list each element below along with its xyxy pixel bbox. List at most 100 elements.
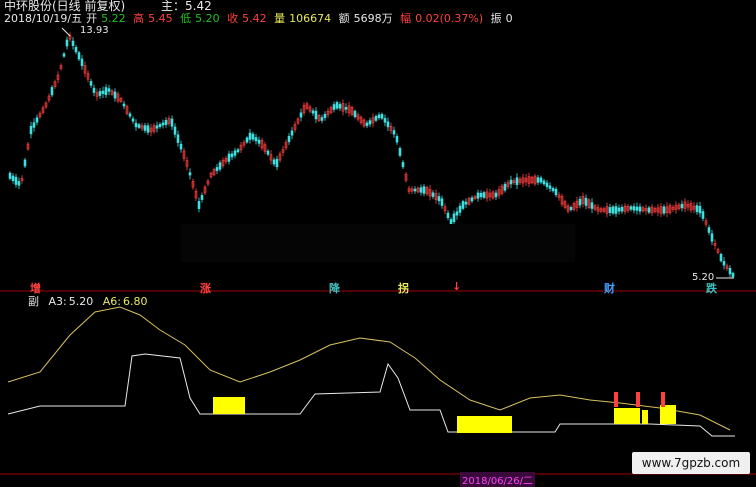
candle-body bbox=[680, 203, 684, 209]
candle-body bbox=[50, 87, 54, 96]
candle-body bbox=[722, 261, 726, 266]
high-value: 5.45 bbox=[148, 12, 173, 25]
candle-body bbox=[584, 197, 588, 206]
candle-body bbox=[479, 192, 483, 198]
candle-body bbox=[29, 125, 33, 135]
candle-body bbox=[629, 206, 633, 210]
candle-body bbox=[98, 91, 102, 96]
candle-body bbox=[536, 177, 540, 183]
signal-label-turn: 拐 bbox=[398, 282, 409, 295]
candle-body bbox=[101, 90, 105, 94]
signal-label-finance: 财 bbox=[604, 282, 615, 295]
red-tick bbox=[636, 392, 640, 407]
candle-body bbox=[113, 91, 117, 99]
candle-body bbox=[299, 112, 303, 118]
candle-body bbox=[272, 159, 276, 165]
candle-body bbox=[455, 211, 459, 216]
candle-body bbox=[107, 88, 111, 92]
candle-body bbox=[257, 139, 261, 144]
candle-body bbox=[698, 206, 702, 214]
candle-body bbox=[275, 158, 279, 168]
candle-body bbox=[32, 122, 36, 128]
candle-body bbox=[614, 206, 618, 214]
candle-body bbox=[23, 159, 27, 167]
candle-body bbox=[368, 120, 372, 125]
candle-body bbox=[332, 104, 336, 110]
candle-body bbox=[377, 114, 381, 119]
candle-body bbox=[170, 118, 174, 127]
candle-body bbox=[554, 188, 558, 196]
a6-label: A6: bbox=[102, 295, 121, 308]
candle-body bbox=[728, 267, 732, 275]
candle-body bbox=[545, 182, 549, 187]
a3-label: A3: bbox=[48, 295, 67, 308]
candle-body bbox=[89, 81, 93, 86]
candle-body bbox=[128, 113, 132, 117]
candle-body bbox=[383, 118, 387, 123]
candle-body bbox=[440, 198, 444, 206]
candle-body bbox=[176, 134, 180, 143]
candle-body bbox=[731, 272, 735, 278]
close-value: 5.42 bbox=[242, 12, 267, 25]
candle-body bbox=[200, 195, 204, 200]
candle-body bbox=[419, 187, 423, 193]
candle-body bbox=[437, 196, 441, 202]
signal-label-rise: 涨 bbox=[200, 282, 211, 295]
candle-body bbox=[482, 192, 486, 198]
candle-body bbox=[122, 103, 126, 107]
candle-body bbox=[131, 118, 135, 122]
candle-body bbox=[638, 206, 642, 212]
candle-body bbox=[77, 52, 81, 60]
red-tick bbox=[661, 392, 665, 407]
sub-chart-legend: 副 A3: 5.20 A6: 6.80 bbox=[28, 293, 153, 309]
change-value: 0.02(0.37%) bbox=[415, 12, 484, 25]
candle-body bbox=[71, 40, 75, 46]
candle-body bbox=[608, 207, 612, 213]
candle-body bbox=[353, 110, 357, 118]
candle-body bbox=[215, 167, 219, 171]
candle-body bbox=[386, 121, 390, 128]
amplitude-value: 0 bbox=[505, 12, 513, 25]
candle-body bbox=[662, 206, 666, 214]
candle-body bbox=[647, 207, 651, 213]
candle-body bbox=[65, 39, 69, 47]
close-label: 收 bbox=[227, 12, 239, 25]
candle-body bbox=[542, 180, 546, 185]
candle-body bbox=[311, 110, 315, 114]
candle-body bbox=[611, 206, 615, 214]
red-signal-ticks bbox=[614, 392, 665, 407]
candle-body bbox=[104, 87, 108, 96]
candle-body bbox=[539, 177, 543, 183]
candle-body bbox=[464, 201, 468, 205]
candle-body bbox=[569, 207, 573, 211]
candle-body bbox=[590, 202, 594, 209]
max-price-label: 13.93 bbox=[80, 25, 109, 36]
yellow-bar bbox=[213, 397, 245, 414]
candle-body bbox=[515, 177, 519, 185]
high-label: 高 bbox=[133, 12, 145, 25]
candle-body bbox=[365, 122, 369, 126]
yellow-signal-bars bbox=[213, 397, 676, 433]
candle-body bbox=[233, 150, 237, 156]
signal-label-arrow: ↓ bbox=[452, 280, 462, 293]
candle-body bbox=[458, 205, 462, 213]
candle-body bbox=[80, 58, 84, 66]
candle-body bbox=[35, 117, 39, 123]
candle-body bbox=[248, 132, 252, 140]
candle-body bbox=[251, 133, 255, 140]
candle-body bbox=[422, 186, 426, 194]
candle-body bbox=[92, 87, 96, 93]
yellow-bar bbox=[660, 405, 676, 424]
candle-body bbox=[197, 201, 201, 209]
candle-body bbox=[161, 122, 165, 126]
candle-body bbox=[635, 206, 639, 211]
low-value: 5.20 bbox=[195, 12, 220, 25]
candle-body bbox=[137, 124, 141, 128]
candle-body bbox=[452, 213, 456, 222]
candle-body bbox=[236, 149, 240, 153]
candle-body bbox=[218, 162, 222, 170]
candle-body bbox=[290, 130, 294, 136]
candle-body bbox=[395, 136, 399, 143]
candle-body bbox=[179, 143, 183, 150]
a3-value: 5.20 bbox=[68, 295, 94, 308]
